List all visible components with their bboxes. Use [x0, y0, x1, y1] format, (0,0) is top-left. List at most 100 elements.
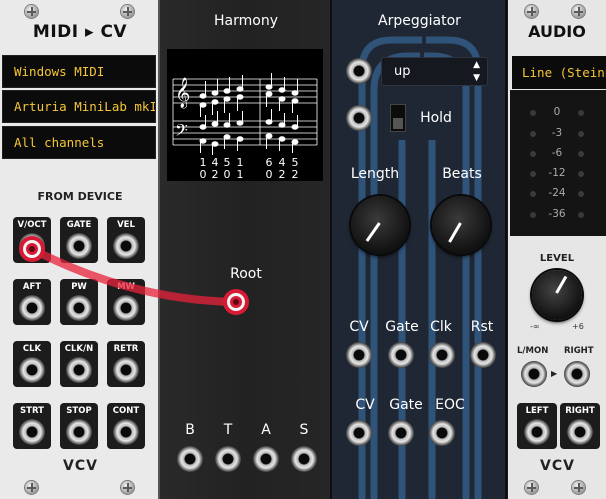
jack-icon[interactable]	[19, 295, 45, 321]
clk-input-jack[interactable]	[429, 342, 455, 368]
jack-label: V/OCT	[17, 220, 47, 230]
right-output[interactable]: RIGHT	[560, 403, 600, 449]
screw-icon	[121, 481, 134, 494]
staff-number: 0	[224, 168, 231, 181]
brand-logo: VCV	[540, 458, 575, 474]
midi-channel-display[interactable]: All channels	[2, 126, 156, 159]
jack-icon[interactable]	[19, 233, 45, 259]
meter-label: -6	[551, 147, 563, 159]
length-knob[interactable]	[351, 196, 409, 254]
rst-input-label: Rst	[470, 319, 494, 335]
jack-icon[interactable]	[113, 419, 139, 445]
music-staff-icon: 𝄞 𝄢 1 4 5 1 6 4 5 0 2 0 1 0 2 2	[172, 73, 318, 181]
jack-label: CONT	[112, 406, 140, 416]
eoc-output-label: EOC	[435, 397, 465, 413]
eoc-output-jack[interactable]	[429, 420, 455, 446]
output-jack-gate[interactable]: GATE	[60, 217, 98, 263]
audio-device-display[interactable]: Line (Steinberg	[512, 56, 606, 89]
staff-number: 2	[212, 168, 219, 181]
section-label: FROM DEVICE	[37, 190, 123, 203]
hold-toggle[interactable]	[390, 104, 406, 132]
cv-output-jack[interactable]	[346, 420, 372, 446]
module-title: MIDI ▸ CV	[32, 22, 128, 42]
cv-input-jack[interactable]	[346, 342, 372, 368]
left-output-jack[interactable]	[524, 419, 550, 445]
output-jack-a[interactable]	[253, 446, 279, 472]
level-label: LEVEL	[539, 253, 575, 264]
jack-label: STRT	[20, 406, 44, 416]
left-mon-input-jack[interactable]	[521, 361, 547, 387]
meter-label: -3	[551, 127, 563, 139]
right-output-jack[interactable]	[567, 419, 593, 445]
level-max-label: +6	[572, 322, 584, 331]
jack-icon[interactable]	[66, 419, 92, 445]
svg-text:𝄢: 𝄢	[175, 120, 188, 144]
mode-cv-input-jack[interactable]	[346, 58, 372, 84]
meter-label: -36	[548, 208, 566, 220]
output-jack-t[interactable]	[215, 446, 241, 472]
jack-label: AFT	[22, 282, 42, 292]
output-jack-retr[interactable]: RETR	[107, 341, 145, 387]
output-jack-b[interactable]	[177, 446, 203, 472]
length-label: Length	[350, 166, 400, 182]
beats-knob[interactable]	[432, 196, 490, 254]
left-out-label: LEFT	[525, 406, 549, 416]
output-jack-clk[interactable]: CLK	[13, 341, 51, 387]
clk-input-label: Clk	[430, 319, 452, 335]
midi-cv-module: MIDI ▸ CV Windows MIDI Arturia MiniLab m…	[0, 0, 160, 499]
jack-icon[interactable]	[113, 357, 139, 383]
output-jack-voct[interactable]: V/OCT	[13, 217, 51, 263]
hold-label: Hold	[420, 110, 452, 126]
midi-driver-display[interactable]: Windows MIDI	[2, 55, 156, 88]
jack-icon[interactable]	[66, 295, 92, 321]
level-meter: 0 -3 -6 -12 -24 -36	[510, 90, 606, 236]
jack-icon[interactable]	[113, 233, 139, 259]
jack-label: MW	[117, 282, 135, 292]
jack-icon[interactable]	[19, 419, 45, 445]
screw-icon	[525, 481, 538, 494]
right-input-jack[interactable]	[564, 361, 590, 387]
output-jack-clkn[interactable]: CLK/N	[60, 341, 98, 387]
output-jack-s[interactable]	[291, 446, 317, 472]
output-label-t: T	[223, 422, 233, 438]
arrow-right-icon: ▶	[551, 369, 558, 378]
left-output[interactable]: LEFT	[517, 403, 557, 449]
jack-icon[interactable]	[66, 357, 92, 383]
rst-input-jack[interactable]	[470, 342, 496, 368]
output-jack-vel[interactable]: VEL	[107, 217, 145, 263]
gate-input-jack[interactable]	[388, 342, 414, 368]
module-title: Harmony	[214, 13, 278, 29]
hold-cv-input-jack[interactable]	[346, 105, 372, 131]
output-jack-pw[interactable]: PW	[60, 279, 98, 325]
output-jack-strt[interactable]: STRT	[13, 403, 51, 449]
mode-value: up	[394, 64, 411, 79]
jack-label: CLK/N	[64, 344, 94, 354]
cv-input-label: CV	[349, 319, 369, 335]
staff-number: 1	[237, 168, 244, 181]
updown-arrow-icon: ▲ ▼	[473, 60, 480, 83]
gate-output-label: Gate	[389, 397, 423, 413]
beats-label: Beats	[442, 166, 482, 182]
output-label-a: A	[261, 422, 271, 438]
output-jack-mw[interactable]: MW	[107, 279, 145, 325]
midi-device-display[interactable]: Arturia MiniLab mkII	[2, 90, 156, 123]
staff-number: 0	[266, 168, 273, 181]
gate-output-jack[interactable]	[388, 420, 414, 446]
right-out-label: RIGHT	[565, 406, 595, 416]
jack-icon[interactable]	[19, 357, 45, 383]
jack-label: CLK	[22, 344, 42, 354]
output-jack-aft[interactable]: AFT	[13, 279, 51, 325]
staff-number: 2	[292, 168, 299, 181]
level-min-label: -∞	[530, 322, 540, 331]
level-knob[interactable]	[532, 270, 582, 320]
output-jack-stop[interactable]: STOP	[60, 403, 98, 449]
mode-dropdown[interactable]: up ▲ ▼	[381, 57, 488, 86]
screw-icon	[525, 5, 538, 18]
jack-label: VEL	[117, 220, 135, 230]
output-jack-cont[interactable]: CONT	[107, 403, 145, 449]
svg-text:𝄞: 𝄞	[175, 77, 190, 109]
jack-icon[interactable]	[113, 295, 139, 321]
jack-icon[interactable]	[66, 233, 92, 259]
staff-number: 0	[200, 168, 207, 181]
screw-icon	[25, 481, 38, 494]
